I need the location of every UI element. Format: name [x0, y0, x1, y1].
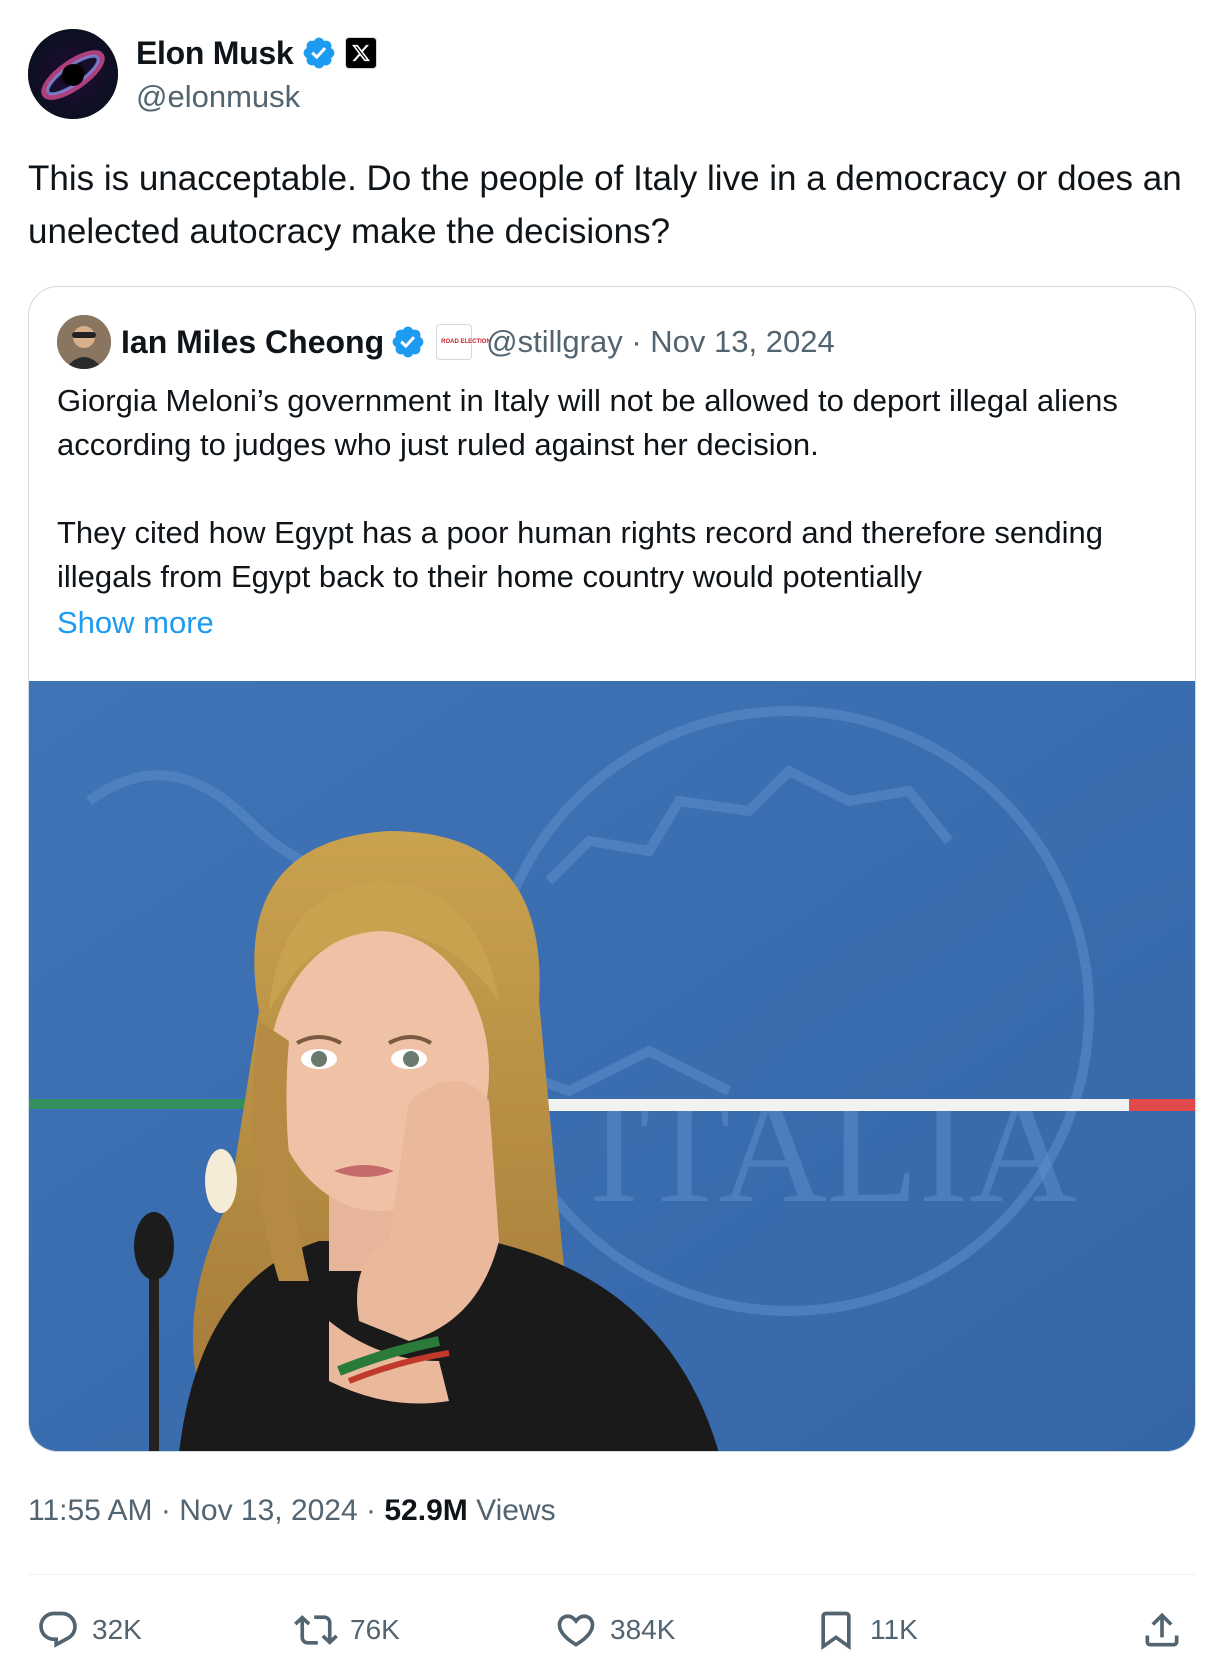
meta-separator-2: ·	[366, 1494, 377, 1527]
repost-icon	[294, 1615, 338, 1645]
quoted-tweet[interactable]: Ian Miles Cheong ROAD ELECTION @stillgra…	[28, 286, 1196, 1452]
tweet-time[interactable]: 11:55 AM	[28, 1494, 153, 1527]
quoted-separator: ·	[631, 324, 642, 359]
bookmark-button[interactable]: 11K	[814, 1600, 918, 1660]
repost-count: 76K	[350, 1614, 400, 1645]
tweet-header: Elon Musk @elonmusk	[28, 28, 378, 120]
author-avatar[interactable]	[28, 29, 118, 119]
svg-text:ITALIA: ITALIA	[589, 1068, 1077, 1234]
quoted-photo[interactable]: ITALIA	[29, 681, 1195, 1451]
views-count: 52.9M	[384, 1494, 468, 1527]
affiliation-badge-text: ROAD ELECTION	[441, 338, 491, 345]
tweet-meta: 11:55 AM · Nov 13, 2024 · 52.9M Views	[28, 1494, 556, 1528]
quoted-header: Ian Miles Cheong ROAD ELECTION @stillgra…	[57, 315, 835, 369]
share-button[interactable]	[1140, 1600, 1184, 1660]
quoted-author-name[interactable]: Ian Miles Cheong	[121, 324, 384, 361]
reply-count: 32K	[92, 1614, 142, 1645]
like-button[interactable]: 384K	[554, 1600, 675, 1660]
reply-button[interactable]: 32K	[36, 1600, 142, 1660]
like-count: 384K	[610, 1614, 676, 1645]
divider	[28, 1574, 1196, 1575]
author-name[interactable]: Elon Musk	[136, 35, 294, 72]
bookmark-count: 11K	[870, 1614, 918, 1645]
meta-separator-1: ·	[160, 1494, 171, 1527]
quoted-paragraph-1: Giorgia Meloni’s government in Italy wil…	[57, 383, 1118, 462]
show-more-link[interactable]: Show more	[57, 601, 214, 645]
quoted-body: Giorgia Meloni’s government in Italy wil…	[57, 379, 1173, 599]
author-identity: Elon Musk @elonmusk	[136, 33, 378, 115]
tweet-text: This is unacceptable. Do the people of I…	[28, 159, 1182, 251]
affiliation-badge-icon[interactable]: ROAD ELECTION	[436, 324, 491, 360]
quoted-paragraph-2: They cited how Egypt has a poor human ri…	[57, 515, 1104, 594]
quoted-date[interactable]: Nov 13, 2024	[650, 324, 834, 359]
reply-icon	[39, 1611, 77, 1648]
action-bar: 32K 76K 384K 11K	[28, 1600, 1196, 1660]
photo-of-woman-icon: ITALIA	[29, 681, 1195, 1451]
repost-button[interactable]: 76K	[294, 1600, 400, 1660]
quoted-meta: @stillgray · Nov 13, 2024	[486, 324, 835, 360]
quoted-verified-badge-icon	[392, 326, 424, 358]
bookmark-icon	[821, 1611, 851, 1651]
verified-badge-icon[interactable]	[301, 35, 337, 71]
views-label: Views	[476, 1494, 556, 1527]
quoted-handle[interactable]: @stillgray	[486, 324, 623, 359]
share-icon	[1145, 1612, 1179, 1647]
author-handle[interactable]: @elonmusk	[136, 79, 377, 115]
quoted-avatar[interactable]	[57, 315, 111, 369]
author-name-row: Elon Musk	[136, 33, 378, 73]
tweet-date[interactable]: Nov 13, 2024	[179, 1494, 357, 1527]
heart-icon	[557, 1614, 595, 1647]
x-logo-icon[interactable]	[345, 37, 378, 69]
